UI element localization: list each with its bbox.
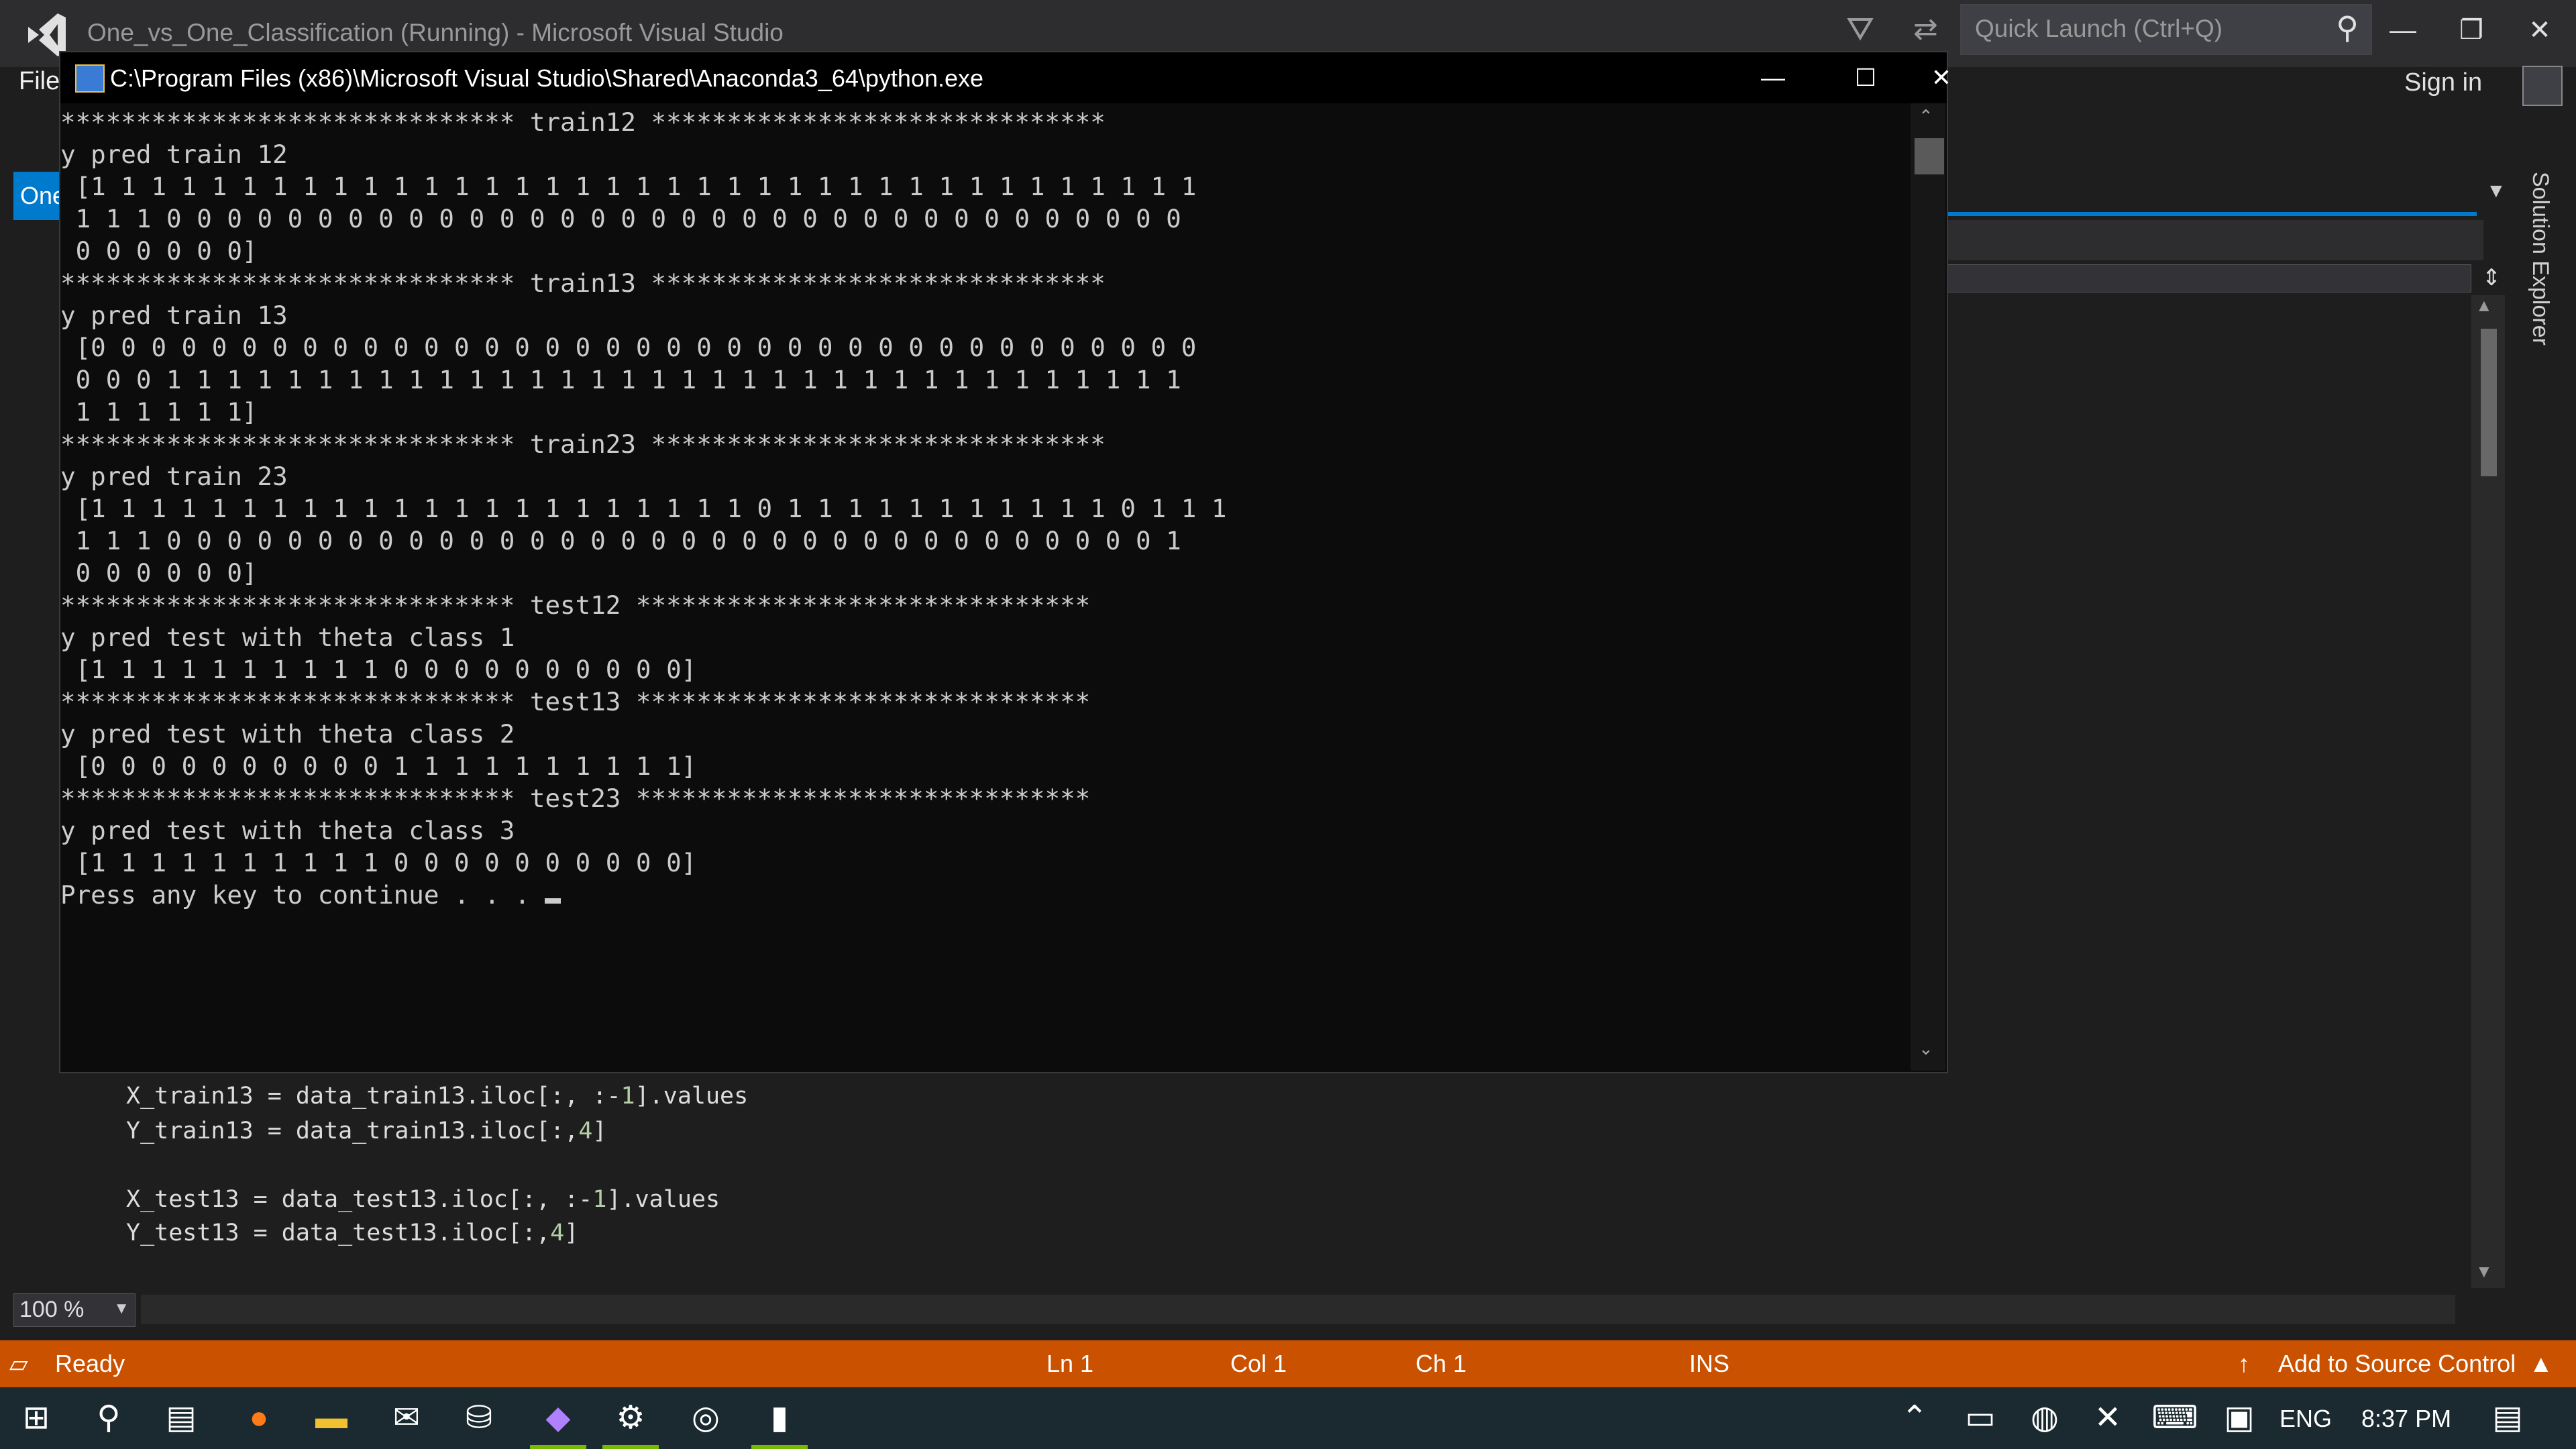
window-title: One_vs_One_Classification (Running) - Mi… [87,19,784,46]
console-line: y pred train 23 [60,462,288,491]
status-ready: Ready [55,1350,125,1377]
console-line: 1 1 1 0 0 0 0 0 0 0 0 0 0 0 0 0 0 0 0 0 … [60,204,1181,233]
search-icon[interactable]: ⚲ [2336,9,2359,46]
console-line: ****************************** train12 *… [60,107,1106,137]
battery-icon[interactable]: ▭ [1948,1397,2012,1440]
console-line: y pred train 12 [60,140,288,169]
console-line: Press any key to continue . . . [60,879,1912,911]
chevron-down-icon[interactable]: ▼ [2486,180,2506,203]
console-title: C:\Program Files (x86)\Microsoft Visual … [110,64,984,92]
console-title-bar[interactable]: C:\Program Files (x86)\Microsoft Visual … [60,52,1951,103]
file-explorer-icon[interactable]: ▬ [299,1397,364,1440]
editor-scroll-thumb[interactable] [2481,329,2497,476]
chevron-up-icon[interactable]: ▲ [2529,1350,2553,1378]
scroll-down-icon[interactable]: ▼ [2475,1261,2493,1282]
scroll-up-icon[interactable]: ▲ [2475,295,2493,316]
console-line: [0 0 0 0 0 0 0 0 0 0 0 0 0 0 0 0 0 0 0 0… [60,333,1197,362]
solution-explorer-tab[interactable]: Solution Explorer [2521,172,2561,373]
status-line: Ln 1 [1046,1350,1094,1377]
console-line: 0 0 0 0 0 0] [60,558,258,588]
input-language[interactable]: ENG [2279,1405,2332,1433]
clock[interactable]: 8:37 PM [2361,1405,2451,1433]
console-line: [1 1 1 1 1 1 1 1 1 1 1 1 1 1 1 1 1 1 1 1… [60,494,1227,523]
console-line: 0 0 0 0 0 0] [60,236,258,266]
text-cursor [545,898,561,904]
visual-studio-icon[interactable]: ◆ [526,1397,590,1449]
output-window-icon[interactable]: ▱ [9,1350,28,1378]
console-maximize-button[interactable]: ☐ [1829,58,1902,98]
split-handle-icon[interactable]: ⇕ [2478,264,2505,291]
console-line: y pred test with theta class 2 [60,719,515,749]
console-scroll-thumb[interactable] [1915,138,1944,174]
console-line: 1 1 1 0 0 0 0 0 0 0 0 0 0 0 0 0 0 0 0 0 … [60,526,1181,555]
task-view-icon[interactable]: ▤ [149,1397,213,1440]
status-column: Col 1 [1230,1350,1287,1377]
sign-in-link[interactable]: Sign in [2404,68,2482,97]
python-console-window[interactable]: C:\Program Files (x86)\Microsoft Visual … [59,51,1951,1073]
network-globe-icon[interactable]: ◍ [2012,1397,2077,1440]
quick-launch-input[interactable]: Quick Launch (Ctrl+Q) ⚲ [1960,4,2372,55]
console-line: [0 0 0 0 0 0 0 0 0 0 1 1 1 1 1 1 1 1 1 1… [60,751,697,781]
filter-icon[interactable]: ⛛ [1846,9,1874,49]
console-line: ****************************** train13 *… [60,268,1106,298]
windows-start-icon[interactable]: ⊞ [4,1397,68,1440]
python-console-icon[interactable]: ▮ [747,1397,812,1449]
console-minimize-button[interactable]: — [1736,58,1810,98]
console-close-button[interactable]: ✕ [1921,58,1962,98]
restore-button[interactable]: ❐ [2445,7,2498,54]
scroll-up-icon[interactable]: ⌃ [1919,106,1933,127]
close-button[interactable]: ✕ [2513,7,2567,54]
add-to-source-control-button[interactable]: Add to Source Control [2278,1350,2516,1378]
upload-arrow-icon: ↑ [2238,1350,2250,1377]
console-output: ****************************** train12 *… [60,106,1912,1065]
scroll-down-icon[interactable]: ⌄ [1919,1038,1933,1059]
console-line: 0 0 0 1 1 1 1 1 1 1 1 1 1 1 1 1 1 1 1 1 … [60,365,1181,394]
mail-icon[interactable]: ✉ [374,1397,439,1440]
status-insert-mode: INS [1689,1350,1730,1377]
console-line: y pred test with theta class 1 [60,623,515,652]
status-bar: ▱ Ready Ln 1 Col 1 Ch 1 INS ↑ Add to Sou… [0,1340,2576,1387]
settings-gear-icon[interactable]: ⚙ [598,1397,663,1449]
keyboard-icon[interactable]: ⌨ [2143,1397,2207,1440]
quick-launch-placeholder: Quick Launch (Ctrl+Q) [1975,15,2223,42]
console-scrollbar[interactable] [1911,103,1945,1071]
search-icon[interactable]: ⚲ [76,1397,141,1440]
store-icon[interactable]: ⛁ [447,1397,511,1440]
tablet-mode-icon[interactable]: ▣ [2207,1397,2271,1440]
active-panel-rule [1947,212,2477,216]
console-line: ****************************** train23 *… [60,429,1106,459]
code-line[interactable]: X_test13 = data_test13.iloc[:, :-1].valu… [126,1186,720,1213]
console-line: y pred test with theta class 3 [60,816,515,845]
feedback-icon[interactable]: ⇄ [1913,12,1938,46]
account-icon[interactable] [2522,66,2563,106]
console-line: y pred train 13 [60,301,288,330]
notifications-icon[interactable]: ▤ [2475,1397,2540,1440]
media-icon[interactable]: ◎ [674,1397,738,1440]
code-line[interactable]: Y_train13 = data_train13.iloc[:,4] [126,1118,606,1144]
code-line[interactable]: Y_test13 = data_test13.iloc[:,4] [126,1220,578,1246]
chevron-down-icon: ▼ [113,1299,129,1318]
menu-file[interactable]: File [19,67,60,96]
console-line: 1 1 1 1 1 1] [60,397,258,427]
navigation-bar[interactable] [1947,220,2483,260]
solution-explorer-label: Solution Explorer [2528,172,2553,345]
minimize-button[interactable]: — [2376,7,2430,54]
volume-muted-icon[interactable]: ✕ [2076,1397,2140,1440]
zoom-level: 100 % [19,1297,85,1322]
python-icon [75,64,105,93]
taskbar: ⊞ ⚲ ▤ ● ▬ ✉ ⛁ ◆ ⚙ ◎ ▮ ⌃ ▭ ◍ ✕ ⌨ ▣ ENG 8:… [0,1387,2576,1449]
code-line[interactable]: X_train13 = data_train13.iloc[:, :-1].va… [126,1083,748,1110]
chevron-up-icon[interactable]: ⌃ [1882,1397,1947,1440]
zoom-dropdown[interactable]: 100 % ▼ [13,1293,136,1327]
firefox-icon[interactable]: ● [227,1397,291,1440]
console-line: ****************************** test12 **… [60,590,1091,620]
console-line: ****************************** test23 **… [60,784,1091,813]
console-line: [1 1 1 1 1 1 1 1 1 1 0 0 0 0 0 0 0 0 0 0… [60,655,697,684]
status-char: Ch 1 [1415,1350,1467,1377]
console-line: [1 1 1 1 1 1 1 1 1 1 1 1 1 1 1 1 1 1 1 1… [60,172,1197,201]
editor-search-field[interactable] [1947,264,2471,292]
console-line: ****************************** test13 **… [60,687,1091,716]
editor-horizontal-scrollbar[interactable] [141,1295,2455,1324]
console-line: [1 1 1 1 1 1 1 1 1 1 0 0 0 0 0 0 0 0 0 0… [60,848,697,877]
